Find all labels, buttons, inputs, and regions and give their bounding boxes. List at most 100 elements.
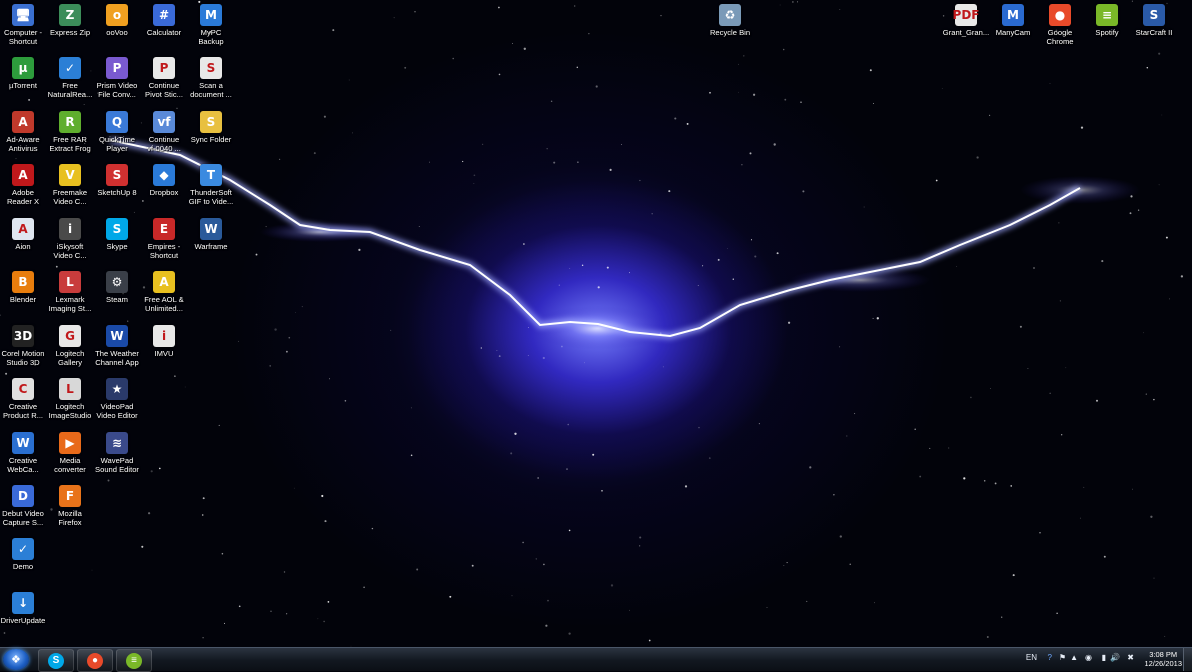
desktop-icon[interactable]: µ µTorrent <box>0 57 47 90</box>
desktop-icon-label: Steam <box>106 295 128 304</box>
taskbar-button-skype[interactable]: S <box>38 649 74 672</box>
desktop-icon[interactable]: ◆ Dropbox <box>140 164 188 197</box>
pivot-icon: P <box>153 57 175 79</box>
lexmark-icon: L <box>59 271 81 293</box>
desktop-icon[interactable]: P Continue Pivot Stic... <box>140 57 188 99</box>
desktop-icon-label: Media converter <box>54 456 86 474</box>
desktop-icon[interactable]: R Free RAR Extract Frog <box>46 111 94 153</box>
desktop-icon[interactable]: D Debut Video Capture S... <box>0 485 47 527</box>
desktop-icon[interactable]: P Prism Video File Conv... <box>93 57 141 99</box>
desktop-icon-label: Google Chrome <box>1046 28 1074 46</box>
network-icon[interactable]: ▮ <box>1102 653 1106 662</box>
desktop-icon[interactable]: vf Continue vf-0040 ... <box>140 111 188 153</box>
desktop-icon[interactable]: ↓ DriverUpdate <box>0 592 47 625</box>
desktop-icon[interactable]: ✓ Free NaturalRea... <box>46 57 94 99</box>
desktop-icon-label: ThunderSoft GIF to Vide... <box>188 188 234 206</box>
desktop-icon[interactable]: A Ad-Aware Antivirus <box>0 111 47 153</box>
utorrent-icon: µ <box>12 57 34 79</box>
help-icon[interactable]: ? <box>1048 653 1052 662</box>
spotify-icon: ≡ <box>1096 4 1118 26</box>
desktop-icon[interactable]: Z Express Zip <box>46 4 94 37</box>
videopad-icon: ★ <box>106 378 128 400</box>
desktop-icon-label: Prism Video File Conv... <box>96 81 138 99</box>
desktop-icon[interactable]: S StarCraft II <box>1130 4 1178 37</box>
desktop-icon[interactable]: G Logitech Gallery <box>46 325 94 367</box>
desktop-icon-label: Calculator <box>146 28 182 37</box>
desktop-icon[interactable]: ★ VideoPad Video Editor <box>93 378 141 420</box>
desktop-icon-label: Lexmark Imaging St... <box>48 295 92 313</box>
frog-icon: R <box>59 111 81 133</box>
desktop-icon[interactable]: ≋ WavePad Sound Editor <box>93 432 141 474</box>
desktop-icon[interactable]: ● Google Chrome <box>1036 4 1084 46</box>
desktop-icon[interactable]: W The Weather Channel App <box>93 325 141 367</box>
desktop-icon[interactable]: E Empires - Shortcut <box>140 218 188 260</box>
desktop-icon[interactable]: ▶ Media converter <box>46 432 94 474</box>
calculator-icon: # <box>153 4 175 26</box>
volume-icon[interactable]: 🔊 <box>1110 653 1120 662</box>
start-button[interactable]: ❖ <box>3 649 29 670</box>
desktop-icon[interactable]: Q QuickTime Player <box>93 111 141 153</box>
clock-date: 12/26/2013 <box>1144 659 1182 668</box>
desktop-icon[interactable]: # Calculator <box>140 4 188 37</box>
desktop-icon[interactable]: A Aion <box>0 218 47 251</box>
desktop-icon[interactable]: L Lexmark Imaging St... <box>46 271 94 313</box>
desktop-icon[interactable]: W Warframe <box>187 218 235 251</box>
desktop-icon-label: Sync Folder <box>190 135 232 144</box>
desktop-icon[interactable]: ✓ Demo <box>0 538 47 571</box>
desktop-icon-label: Empires - Shortcut <box>147 242 181 260</box>
adaware-icon: A <box>12 111 34 133</box>
desktop-icon[interactable]: i iSkysoft Video C... <box>46 218 94 260</box>
action-center-icon[interactable]: ⚑ <box>1059 653 1066 662</box>
sketchup-icon: S <box>106 164 128 186</box>
desktop-icon-label: Computer - Shortcut <box>4 28 42 46</box>
manycam-icon: M <box>1002 4 1024 26</box>
prism-icon: P <box>106 57 128 79</box>
desktop-icon[interactable]: S Sync Folder <box>187 111 235 144</box>
webcam-icon: W <box>12 432 34 454</box>
clock-time: 3:08 PM <box>1149 650 1178 659</box>
desktop-icon-label: Scan a document ... <box>190 81 232 99</box>
desktop-icon[interactable]: S SketchUp 8 <box>93 164 141 197</box>
desktop-icon[interactable]: o ooVoo <box>93 4 141 37</box>
desktop-icon[interactable]: M ManyCam <box>989 4 1037 37</box>
update-icon[interactable]: ◉ <box>1085 653 1092 662</box>
taskbar-button-spotify[interactable]: ≡ <box>116 649 152 672</box>
quicktime-icon: Q <box>106 111 128 133</box>
taskbar-button-chrome[interactable]: ● <box>77 649 113 672</box>
language-indicator[interactable]: EN <box>1026 653 1037 662</box>
desktop-icon-label: Aion <box>15 242 31 251</box>
safely-remove-icon[interactable]: ✖ <box>1127 653 1134 662</box>
desktop-icon[interactable]: 🖥 Computer - Shortcut <box>0 4 47 46</box>
desktop-icon-label: Free NaturalRea... <box>47 81 93 99</box>
driverupdate-icon: ↓ <box>12 592 34 614</box>
show-desktop-button[interactable] <box>1183 648 1192 671</box>
desktop-icon-label: Continue Pivot Stic... <box>145 81 183 99</box>
desktop-icon[interactable]: W Creative WebCa... <box>0 432 47 474</box>
desktop-icon[interactable]: F Mozilla Firefox <box>46 485 94 527</box>
desktop-icon[interactable]: V Freemake Video C... <box>46 164 94 206</box>
desktop-icon[interactable]: ≡ Spotify <box>1083 4 1131 37</box>
show-hidden-icons-icon[interactable]: ▲ <box>1070 653 1078 662</box>
desktop-icon[interactable]: M MyPC Backup <box>187 4 235 46</box>
desktop-icon-label: MyPC Backup <box>198 28 224 46</box>
desktop-icon[interactable]: S Skype <box>93 218 141 251</box>
chrome-icon: ● <box>87 652 103 669</box>
desktop-icon[interactable]: S Scan a document ... <box>187 57 235 99</box>
desktop-icon[interactable]: B Blender <box>0 271 47 304</box>
desktop-icon[interactable]: A Free AOL & Unlimited... <box>140 271 188 313</box>
desktop-icon[interactable]: A Adobe Reader X <box>0 164 47 206</box>
desktop-icon[interactable]: PDF Grant_Gran... <box>942 4 990 37</box>
desktop-icon[interactable]: ♻ Recycle Bin <box>706 4 754 37</box>
clock[interactable]: 3:08 PM 12/26/2013 <box>1144 650 1182 668</box>
desktop-icon-label: Dropbox <box>149 188 179 197</box>
desktop-icon-label: VideoPad Video Editor <box>96 402 138 420</box>
desktop-icon-label: Grant_Gran... <box>942 28 990 37</box>
desktop-icon[interactable]: ⚙ Steam <box>93 271 141 304</box>
desktop-icon[interactable]: C Creative Product R... <box>0 378 47 420</box>
desktop-icon[interactable]: 3D Corel Motion Studio 3D <box>0 325 47 367</box>
aion-icon: A <box>12 218 34 240</box>
desktop-icon[interactable]: L Logitech ImageStudio <box>46 378 94 420</box>
desktop-icon[interactable]: T ThunderSoft GIF to Vide... <box>187 164 235 206</box>
vf-icon: vf <box>153 111 175 133</box>
desktop-icon[interactable]: i IMVU <box>140 325 188 358</box>
